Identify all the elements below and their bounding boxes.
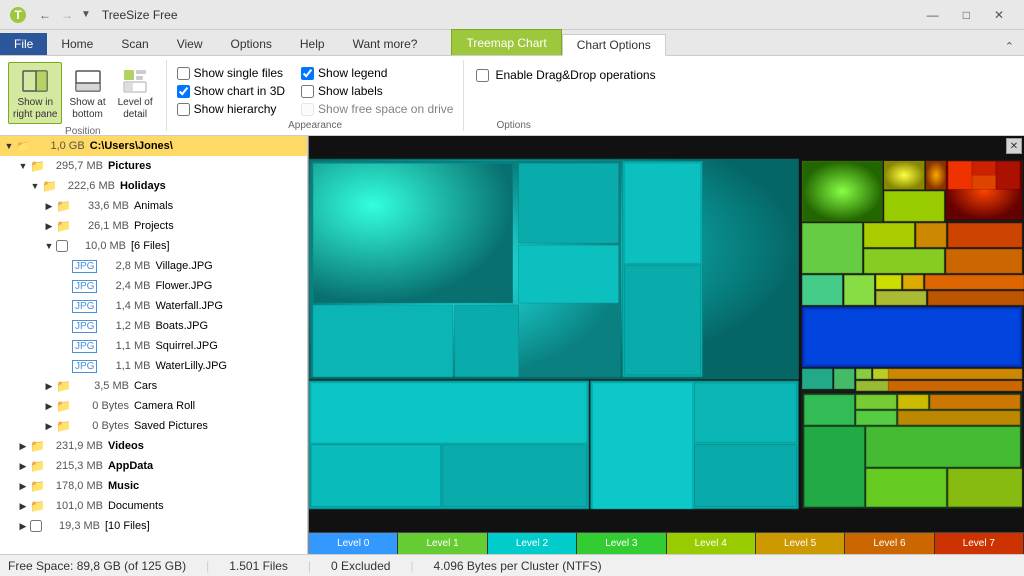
ribbon-position-section: Show inright pane Show atbottom [0,60,167,131]
show-hierarchy-check[interactable]: Show hierarchy [177,102,285,116]
tab-options[interactable]: Options [217,33,286,55]
enable-drag-drop-check[interactable]: Enable Drag&Drop operations [476,68,1012,82]
show-right-pane-label: Show inright pane [13,97,57,121]
tree-row[interactable]: JPG 2,4 MB Flower.JPG [0,276,307,296]
treemap-visualization[interactable] [309,136,1024,532]
status-free-space: Free Space: 89,8 GB (of 125 GB) [8,559,186,573]
tree-scroll-area[interactable]: ▼ 📁 1,0 GB C:\Users\Jones\ ▼ 📁 295,7 MB … [0,136,307,554]
show-right-pane-button[interactable]: Show inright pane [8,62,62,124]
tree-row[interactable]: JPG 1,1 MB Squirrel.JPG [0,336,307,356]
show-bottom-label: Show atbottom [69,97,105,121]
tree-row[interactable]: JPG 1,2 MB Boats.JPG [0,316,307,336]
chart-area: ✕ [308,136,1024,554]
status-divider3: | [410,559,413,573]
legend-item: Level 3 [577,533,666,554]
tree-row[interactable]: ▼ 📁 222,6 MB Holidays [0,176,307,196]
tree-panel: ▼ 📁 1,0 GB C:\Users\Jones\ ▼ 📁 295,7 MB … [0,136,308,554]
ribbon-collapse[interactable]: ⌃ [995,38,1024,55]
app-logo: T [8,5,28,25]
tree-row[interactable]: ▶ 📁 178,0 MB Music [0,476,307,496]
tree-row[interactable]: ▶ 📁 101,0 MB Documents [0,496,307,516]
status-divider: | [206,559,209,573]
ribbon-appearance-section: Show single files Show chart in 3D Show … [167,60,465,131]
tree-row[interactable]: ▼ 📁 1,0 GB C:\Users\Jones\ [0,136,307,156]
window-close[interactable]: ✕ [982,6,1016,24]
appearance-section-label: Appearance [177,118,454,131]
tree-row[interactable]: ▶ 📁 0 Bytes Saved Pictures [0,416,307,436]
status-bar: Free Space: 89,8 GB (of 125 GB) | 1.501 … [0,554,1024,576]
ribbon-content: Show inright pane Show atbottom [0,56,1024,136]
nav-dropdown[interactable]: ▼ [78,7,94,22]
tree-row[interactable]: ▼ 10,0 MB [6 Files] [0,236,307,256]
status-files: 1.501 Files [229,559,288,573]
tree-row[interactable]: ▼ 📁 295,7 MB Pictures [0,156,307,176]
level-detail-label: Level ofdetail [118,97,153,121]
legend-item: Level 4 [667,533,756,554]
nav-back[interactable]: ← [34,6,56,24]
options-section-label: Options [496,118,1012,131]
tab-view[interactable]: View [163,33,217,55]
status-cluster: 4.096 Bytes per Cluster (NTFS) [434,559,602,573]
tab-want-more[interactable]: Want more? [339,33,432,55]
legend-item: Level 0 [309,533,398,554]
chart-close-button[interactable]: ✕ [1006,138,1022,154]
tree-row[interactable]: JPG 1,4 MB Waterfall.JPG [0,296,307,316]
tab-scan[interactable]: Scan [107,33,162,55]
show-chart-3d-check[interactable]: Show chart in 3D [177,84,285,98]
main-content: ▼ 📁 1,0 GB C:\Users\Jones\ ▼ 📁 295,7 MB … [0,136,1024,554]
tree-row[interactable]: JPG 2,8 MB Village.JPG [0,256,307,276]
legend-item: Level 2 [488,533,577,554]
show-single-files-check[interactable]: Show single files [177,66,285,80]
tab-chart-options[interactable]: Chart Options [562,34,666,56]
title-bar: T ← → ▼ TreeSize Free ― □ ✕ [0,0,1024,30]
tree-row[interactable]: ▶ 📁 33,6 MB Animals [0,196,307,216]
legend-item: Level 6 [845,533,934,554]
status-excluded: 0 Excluded [331,559,390,573]
tree-row[interactable]: ▶ 📁 231,9 MB Videos [0,436,307,456]
title-text: TreeSize Free [102,8,915,22]
tree-row[interactable]: JPG 1,1 MB WaterLilly.JPG [0,356,307,376]
tree-row[interactable]: ▶ 19,3 MB [10 Files] [0,516,307,536]
legend-bar: Level 0Level 1Level 2Level 3Level 4Level… [309,532,1024,554]
window-minimize[interactable]: ― [915,6,951,24]
tree-row[interactable]: ▶ 📁 3,5 MB Cars [0,376,307,396]
tab-home[interactable]: Home [47,33,107,55]
tree-row[interactable]: ▶ 📁 0 Bytes Camera Roll [0,396,307,416]
legend-item: Level 5 [756,533,845,554]
window-maximize[interactable]: □ [951,6,982,24]
ribbon-options-section: Enable Drag&Drop operations Options [464,60,1024,131]
status-divider2: | [308,559,311,573]
treemap-svg [309,136,1024,532]
svg-text:T: T [14,8,22,22]
show-free-space-check[interactable]: Show free space on drive [301,102,453,116]
level-detail-button[interactable]: Level ofdetail [113,62,158,124]
show-legend-check[interactable]: Show legend [301,66,453,80]
legend-item: Level 7 [935,533,1024,554]
nav-forward[interactable]: → [56,6,78,24]
tab-file[interactable]: File [0,33,47,55]
show-bottom-button[interactable]: Show atbottom [64,62,110,124]
tree-row[interactable]: ▶ 📁 26,1 MB Projects [0,216,307,236]
tree-row[interactable]: ▶ 📁 215,3 MB AppData [0,456,307,476]
tab-help[interactable]: Help [286,33,339,55]
tab-treemap-chart[interactable]: Treemap Chart [451,29,561,55]
legend-item: Level 1 [398,533,487,554]
show-labels-check[interactable]: Show labels [301,84,453,98]
